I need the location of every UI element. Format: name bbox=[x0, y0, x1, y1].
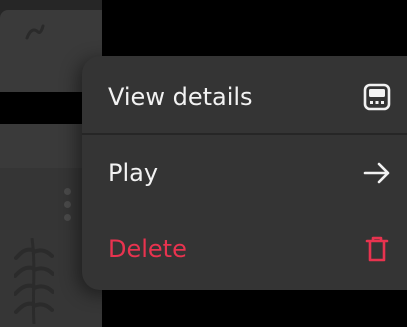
fern-illustration bbox=[14, 238, 54, 324]
details-panel-icon bbox=[363, 83, 391, 111]
doodle-icon bbox=[25, 24, 45, 40]
arrow-right-icon bbox=[363, 162, 390, 184]
view-details-menu-item[interactable]: View details bbox=[82, 60, 407, 134]
trash-icon bbox=[365, 236, 389, 262]
menu-item-label: View details bbox=[108, 83, 253, 111]
menu-item-label: Play bbox=[108, 159, 159, 187]
delete-menu-item[interactable]: Delete bbox=[82, 212, 407, 286]
context-menu: View details Play Delete bbox=[82, 56, 407, 290]
screen: View details Play Delete bbox=[0, 0, 407, 327]
menu-item-label: Delete bbox=[108, 235, 187, 263]
more-options-icon[interactable] bbox=[64, 188, 72, 228]
menu-divider bbox=[82, 133, 407, 135]
play-menu-item[interactable]: Play bbox=[82, 136, 407, 210]
